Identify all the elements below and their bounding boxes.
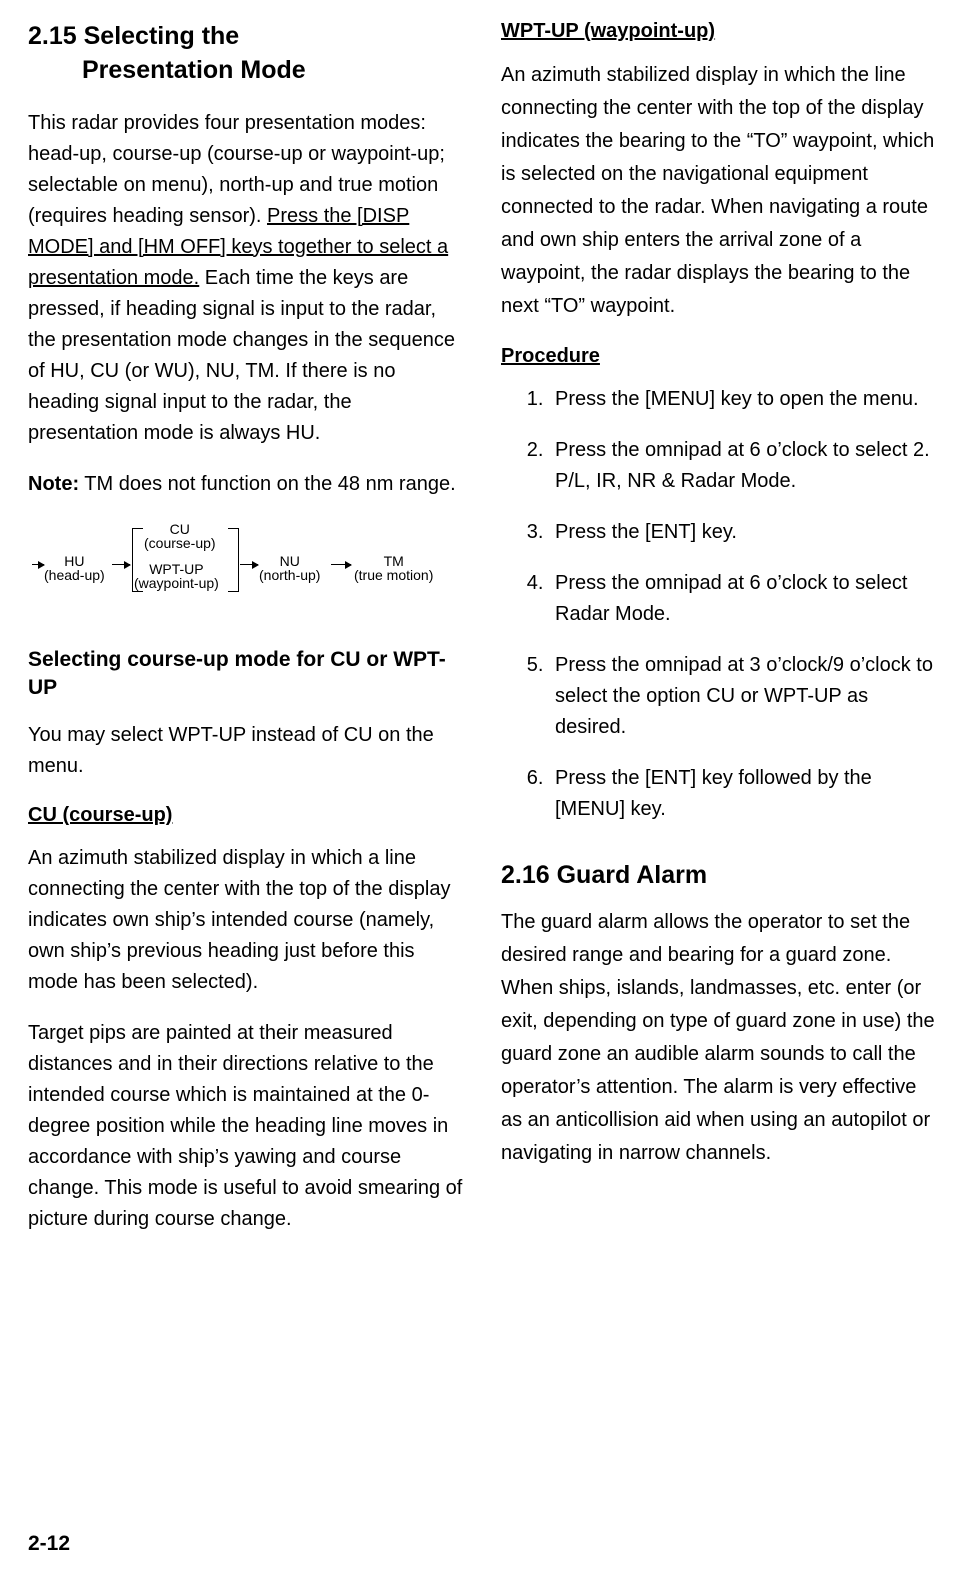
diagram-node-wpt: WPT-UP (waypoint-up) [134, 562, 219, 590]
page: 2.15 Selecting the Presentation Mode Thi… [0, 0, 966, 1578]
section-number: 2.15 [28, 22, 77, 50]
mode-sequence-diagram: HU (head-up) CU (course-up) WPT-UP (wayp… [24, 520, 454, 606]
wpt-paragraph: An azimuth stabilized display in which t… [501, 59, 938, 323]
intro-paragraph: This radar provides four presentation mo… [28, 108, 465, 449]
note-body: TM does not function on the 48 nm range. [79, 473, 456, 495]
arrow-icon [32, 564, 44, 565]
subheading-selecting-cu: Selecting course-up mode for CU or WPT-U… [28, 646, 465, 703]
cu-paragraph-1: An azimuth stabilized display in which a… [28, 843, 465, 998]
procedure-step: Press the omnipad at 3 o’clock/9 o’clock… [549, 650, 938, 743]
diagram-nu-title: NU [259, 554, 320, 568]
intro-text-b: Each time the keys are pressed, if headi… [28, 267, 455, 444]
two-column-layout: 2.15 Selecting the Presentation Mode Thi… [28, 18, 938, 1255]
note-paragraph: Note: TM does not function on the 48 nm … [28, 469, 465, 500]
section-heading-2-15: 2.15 Selecting the Presentation Mode [28, 20, 465, 88]
bracket-right-icon [228, 528, 239, 592]
procedure-step: Press the [ENT] key followed by the [MEN… [549, 763, 938, 825]
procedure-list: Press the [MENU] key to open the menu. P… [501, 384, 938, 825]
diagram-hu-sub: (head-up) [44, 568, 105, 582]
diagram-hu-title: HU [44, 554, 105, 568]
diagram-nu-sub: (north-up) [259, 568, 320, 582]
diagram-node-cu: CU (course-up) [144, 522, 216, 550]
procedure-step: Press the [ENT] key. [549, 517, 938, 548]
subheading-cu: CU (course-up) [28, 804, 465, 827]
procedure-step: Press the omnipad at 6 o’clock to select… [549, 568, 938, 630]
diagram-tm-sub: (true motion) [354, 568, 433, 582]
diagram-wpt-sub: (waypoint-up) [134, 576, 219, 590]
arrow-icon [112, 564, 130, 565]
right-column: WPT-UP (waypoint-up) An azimuth stabiliz… [501, 18, 938, 1255]
diagram-tm-title: TM [354, 554, 433, 568]
arrow-icon [331, 564, 351, 565]
subheading-procedure: Procedure [501, 345, 938, 368]
diagram-cu-title: CU [144, 522, 216, 536]
procedure-step: Press the [MENU] key to open the menu. [549, 384, 938, 415]
diagram-node-nu: NU (north-up) [259, 554, 320, 582]
section-title-line2: Presentation Mode [28, 54, 465, 88]
diagram-node-tm: TM (true motion) [354, 554, 433, 582]
page-number: 2-12 [28, 1532, 70, 1556]
note-label: Note: [28, 473, 79, 495]
section-title-line1: Selecting the [84, 22, 240, 50]
guard-alarm-paragraph: The guard alarm allows the operator to s… [501, 906, 938, 1170]
cu-intro-paragraph: You may select WPT-UP instead of CU on t… [28, 720, 465, 782]
diagram-cu-sub: (course-up) [144, 536, 216, 550]
subheading-wpt: WPT-UP (waypoint-up) [501, 20, 938, 43]
section-heading-2-16: 2.16 Guard Alarm [501, 861, 938, 890]
procedure-step: Press the omnipad at 6 o’clock to select… [549, 435, 938, 497]
diagram-wpt-title: WPT-UP [134, 562, 219, 576]
cu-paragraph-2: Target pips are painted at their measure… [28, 1018, 465, 1235]
arrow-icon [240, 564, 258, 565]
left-column: 2.15 Selecting the Presentation Mode Thi… [28, 18, 465, 1255]
diagram-node-hu: HU (head-up) [44, 554, 105, 582]
